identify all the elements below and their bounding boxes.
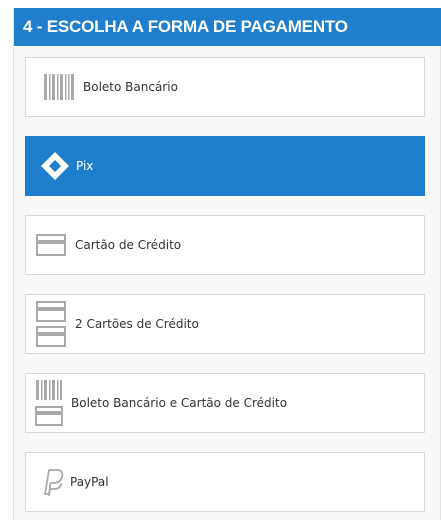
pix-icon [34, 151, 76, 181]
payment-option-label: Boleto Bancário [83, 80, 178, 94]
barcode-icon [35, 74, 83, 100]
two-credit-cards-icon [27, 301, 75, 347]
payment-option-credit-card[interactable]: Cartão de Crédito [25, 215, 425, 275]
paypal-icon [36, 468, 70, 496]
payment-method-section: 4 - ESCOLHA A FORMA DE PAGAMENTO Boleto … [13, 8, 441, 520]
payment-option-boleto[interactable]: Boleto Bancário [25, 57, 425, 117]
barcode-and-card-icon [27, 380, 71, 426]
section-title: 4 - ESCOLHA A FORMA DE PAGAMENTO [14, 8, 441, 46]
payment-option-boleto-and-credit-card[interactable]: Boleto Bancário e Cartão de Crédito [25, 373, 425, 433]
payment-option-paypal[interactable]: PayPal [25, 452, 425, 512]
payment-option-two-credit-cards[interactable]: 2 Cartões de Crédito [25, 294, 425, 354]
payment-option-label: Boleto Bancário e Cartão de Crédito [71, 396, 288, 410]
payment-option-label: 2 Cartões de Crédito [75, 317, 199, 331]
payment-option-pix[interactable]: Pix [25, 136, 425, 196]
payment-option-label: PayPal [70, 475, 109, 489]
payment-option-label: Pix [76, 159, 94, 173]
payment-option-label: Cartão de Crédito [75, 238, 182, 252]
credit-card-icon [27, 234, 75, 256]
